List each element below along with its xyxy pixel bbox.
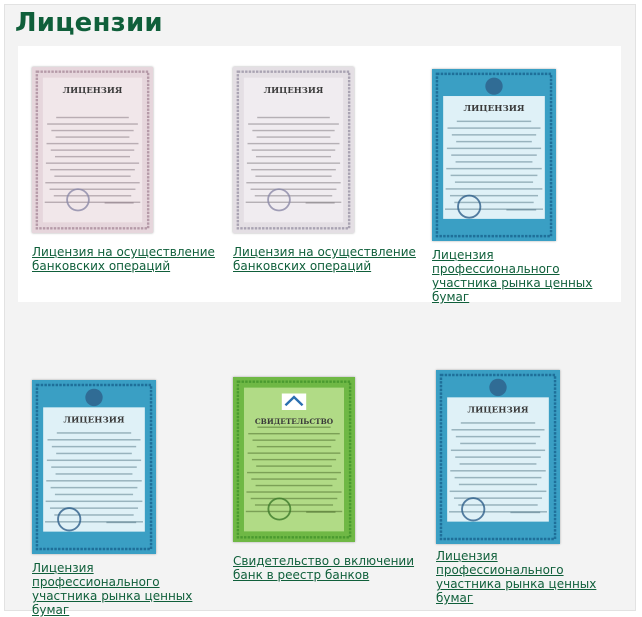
license-link[interactable]: Свидетельство о включении банк в реестр … xyxy=(233,554,428,582)
license-thumbnail[interactable]: ЛИЦЕНЗИЯ xyxy=(432,69,556,241)
license-link[interactable]: Лицензия профессионального участника рын… xyxy=(436,549,621,605)
license-link[interactable]: Лицензия профессионального участника рын… xyxy=(432,248,617,304)
certificate-image: ЛИЦЕНЗИЯ xyxy=(32,67,153,233)
svg-text:ЛИЦЕНЗИЯ: ЛИЦЕНЗИЯ xyxy=(467,405,529,415)
certificate-image: СВИДЕТЕЛЬСТВО xyxy=(233,377,355,542)
svg-text:ЛИЦЕНЗИЯ: ЛИЦЕНЗИЯ xyxy=(264,85,324,95)
license-link[interactable]: Лицензия на осуществление банковских опе… xyxy=(32,245,217,273)
license-thumbnail[interactable]: ЛИЦЕНЗИЯ xyxy=(233,67,354,233)
certificate-image: ЛИЦЕНЗИЯ xyxy=(233,67,354,233)
svg-text:СВИДЕТЕЛЬСТВО: СВИДЕТЕЛЬСТВО xyxy=(255,417,333,426)
page-title: Лицензии xyxy=(15,8,163,38)
svg-text:ЛИЦЕНЗИЯ: ЛИЦЕНЗИЯ xyxy=(63,85,123,95)
certificate-image: ЛИЦЕНЗИЯ xyxy=(436,370,560,544)
certificate-image: ЛИЦЕНЗИЯ xyxy=(432,69,556,241)
license-link[interactable]: Лицензия на осуществление банковских опе… xyxy=(233,245,418,273)
license-thumbnail[interactable]: ЛИЦЕНЗИЯ xyxy=(32,67,153,233)
license-thumbnail[interactable]: ЛИЦЕНЗИЯ xyxy=(436,370,560,544)
svg-text:ЛИЦЕНЗИЯ: ЛИЦЕНЗИЯ xyxy=(463,104,524,114)
certificate-image: ЛИЦЕНЗИЯ xyxy=(32,380,156,554)
license-thumbnail[interactable]: ЛИЦЕНЗИЯ xyxy=(32,380,156,554)
license-link[interactable]: Лицензия профессионального участника рын… xyxy=(32,561,217,617)
license-thumbnail[interactable]: СВИДЕТЕЛЬСТВО xyxy=(233,377,355,542)
svg-text:ЛИЦЕНЗИЯ: ЛИЦЕНЗИЯ xyxy=(63,415,125,425)
